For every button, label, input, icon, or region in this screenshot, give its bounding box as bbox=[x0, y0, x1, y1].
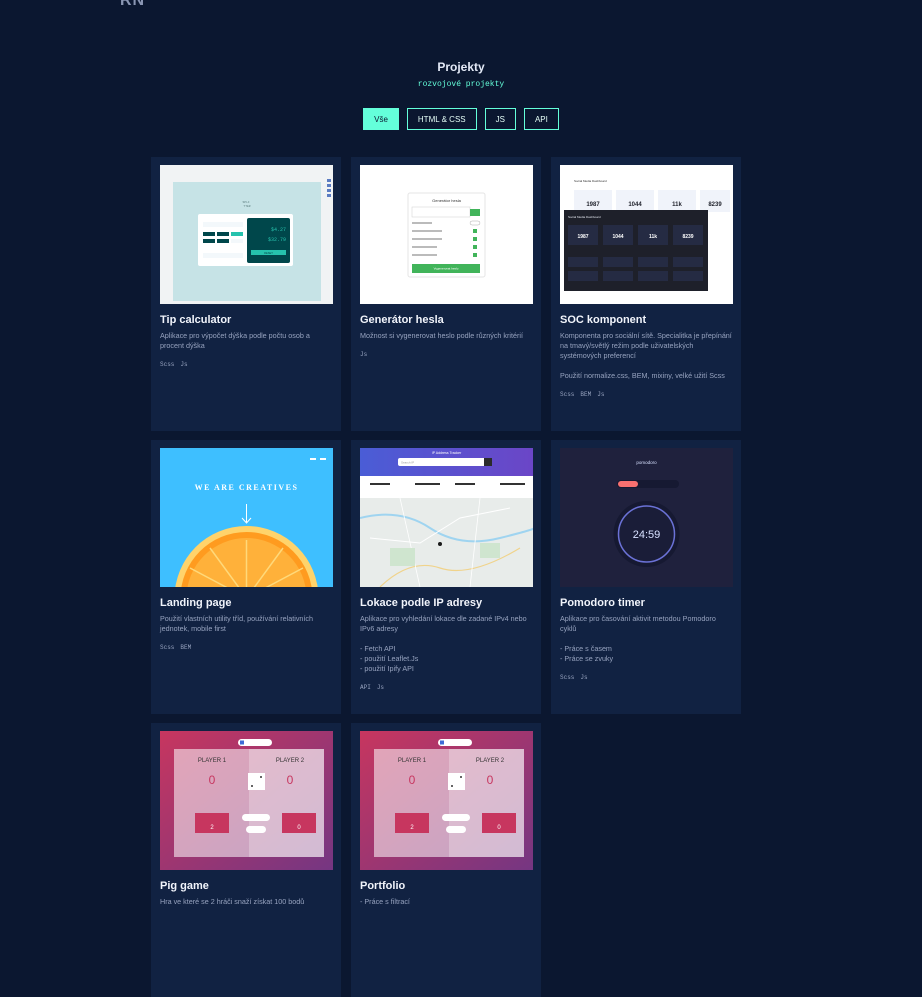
project-tags: Scss BEM Js bbox=[560, 391, 732, 398]
project-tags: API Js bbox=[360, 684, 532, 691]
thumb-hero-text: WE ARE CREATIVES bbox=[195, 483, 299, 492]
project-card-soc-component[interactable]: Social Media Dashboard 1987 1044 11k 823… bbox=[551, 157, 741, 431]
project-tag: Scss bbox=[560, 391, 575, 398]
project-thumbnail[interactable]: Social Media Dashboard 1987 1044 11k 823… bbox=[560, 165, 733, 304]
project-thumbnail[interactable]: PLAYER 1 PLAYER 2 0 0 2 0 bbox=[160, 731, 333, 870]
project-thumbnail[interactable]: pomodoro 24:59 bbox=[560, 448, 733, 587]
filter-bar: Vše HTML & CSS JS API bbox=[0, 108, 922, 130]
section-subtitle: rozvojové projekty bbox=[417, 80, 505, 89]
project-tags: Scss Js bbox=[160, 361, 332, 368]
thumb-reset-label: RESET bbox=[264, 251, 273, 255]
project-card-portfolio[interactable]: PLAYER 1 PLAYER 2 0 0 2 0 Portfolio - Pr… bbox=[351, 723, 541, 997]
project-tag: Scss bbox=[160, 361, 175, 368]
project-thumbnail[interactable]: IP Address Tracker Search IP bbox=[360, 448, 533, 587]
thumb-heading-dark: Social Media Dashboard bbox=[568, 215, 601, 219]
project-grid: SPLI TTER $4.27 $32.79 RESET Tip calcula… bbox=[151, 157, 741, 997]
thumb-stat: 1044 bbox=[628, 202, 642, 208]
project-tag: BEM bbox=[580, 391, 592, 398]
thumb-brand: pomodoro bbox=[636, 460, 657, 465]
thumb-search-placeholder: Search IP bbox=[401, 461, 414, 465]
thumb-player-2-score: 0 bbox=[287, 773, 294, 787]
project-description: Hra ve které se 2 hráči snaží získat 100… bbox=[160, 897, 305, 906]
project-thumbnail[interactable]: PLAYER 1 PLAYER 2 0 0 2 0 bbox=[360, 731, 533, 870]
thumb-brand-line: SPLI bbox=[242, 201, 249, 204]
thumb-heading: IP Address Tracker bbox=[432, 451, 462, 455]
project-title: Pomodoro timer bbox=[560, 597, 645, 609]
section-title: Projekty bbox=[437, 60, 485, 74]
project-title: Generátor hesla bbox=[360, 314, 444, 326]
project-description: - Práce s filtrací bbox=[360, 897, 410, 906]
project-tag: Js bbox=[360, 351, 368, 358]
project-title: Portfolio bbox=[360, 880, 406, 892]
project-description: Možnost si vygenerovat heslo podle různý… bbox=[360, 331, 523, 340]
thumb-tip-amount: $4.27 bbox=[271, 227, 286, 233]
thumb-heading: Generátor hesla bbox=[432, 198, 461, 203]
project-tags: Scss Js bbox=[560, 674, 732, 681]
project-description: Aplikace pro vyhledání lokace dle zadané… bbox=[360, 614, 527, 673]
project-tag: Js bbox=[376, 684, 385, 691]
thumb-player-1-label: PLAYER 1 bbox=[398, 758, 427, 764]
thumb-stat: 1987 bbox=[586, 202, 600, 208]
project-card-pig-game[interactable]: PLAYER 1 PLAYER 2 0 0 2 0 Pig game Hra v… bbox=[151, 723, 341, 997]
filter-js-button[interactable]: JS bbox=[484, 108, 516, 130]
project-thumbnail[interactable]: WE ARE CREATIVES bbox=[160, 448, 333, 587]
thumb-stat: 8239 bbox=[682, 234, 693, 240]
thumb-brand-line: TTER bbox=[243, 205, 250, 208]
project-description: Použití vlastních utility tříd, používán… bbox=[160, 614, 314, 633]
project-thumbnail[interactable]: Generátor hesla Vygenerovat heslo bbox=[360, 165, 533, 304]
project-description: Aplikace pro výpočet dýška podle počtu o… bbox=[160, 331, 310, 350]
project-tag: API bbox=[360, 684, 371, 691]
project-description: Aplikace pro časování aktivit metodou Po… bbox=[560, 614, 716, 663]
thumb-stat: 1044 bbox=[612, 234, 623, 240]
thumb-total-amount: $32.79 bbox=[268, 237, 286, 243]
filter-all-button[interactable]: Vše bbox=[363, 108, 399, 130]
project-tags: Js bbox=[360, 351, 532, 358]
thumb-player-2-label: PLAYER 2 bbox=[476, 758, 505, 764]
project-tag: Js bbox=[597, 391, 605, 398]
project-thumbnail[interactable]: SPLI TTER $4.27 $32.79 RESET bbox=[160, 165, 333, 304]
thumb-stat: 1987 bbox=[577, 234, 588, 240]
thumb-stat: 8239 bbox=[708, 202, 722, 208]
project-card-tip-calculator[interactable]: SPLI TTER $4.27 $32.79 RESET Tip calcula… bbox=[151, 157, 341, 431]
thumb-heading-light: Social Media Dashboard bbox=[574, 179, 607, 183]
project-tags: Scss BEM bbox=[160, 644, 332, 651]
thumb-stat: 11k bbox=[649, 234, 657, 240]
project-tag: Scss bbox=[160, 644, 175, 651]
project-title: SOC komponent bbox=[560, 314, 647, 326]
thumb-player-2-label: PLAYER 2 bbox=[276, 758, 305, 764]
thumb-player-1-score: 0 bbox=[409, 773, 416, 787]
thumb-player-1-label: PLAYER 1 bbox=[198, 758, 227, 764]
project-card-password-generator[interactable]: Generátor hesla Vygenerovat heslo Generá… bbox=[351, 157, 541, 431]
project-title: Landing page bbox=[160, 597, 232, 609]
project-tag: Scss bbox=[560, 674, 575, 681]
project-card-pomodoro[interactable]: pomodoro 24:59 Pomodoro timer Aplikace p… bbox=[551, 440, 741, 714]
filter-html-css-button[interactable]: HTML & CSS bbox=[406, 108, 477, 130]
thumb-timer-value: 24:59 bbox=[633, 529, 661, 541]
thumb-stat: 11k bbox=[672, 202, 682, 208]
svg-text:SPLI TTER: SPLI TTER bbox=[242, 201, 251, 208]
project-description: Komponenta pro sociální sítě. Specialitk… bbox=[560, 331, 732, 380]
filter-api-button[interactable]: API bbox=[523, 108, 559, 130]
project-tag: BEM bbox=[180, 644, 192, 651]
project-title: Tip calculator bbox=[160, 314, 232, 326]
project-title: Pig game bbox=[160, 880, 209, 892]
thumb-player-2-score: 0 bbox=[487, 773, 494, 787]
thumb-generate-button-label: Vygenerovat heslo bbox=[434, 267, 459, 271]
project-tag: Js bbox=[580, 674, 588, 681]
logo[interactable]: RN bbox=[120, 0, 145, 10]
project-tag: Js bbox=[180, 361, 188, 368]
project-card-ip-tracker[interactable]: IP Address Tracker Search IP Lokace podl… bbox=[351, 440, 541, 714]
project-title: Lokace podle IP adresy bbox=[360, 597, 483, 609]
thumb-player-1-score: 0 bbox=[209, 773, 216, 787]
project-card-landing-page[interactable]: WE ARE CREATIVES Landing page Použití vl… bbox=[151, 440, 341, 714]
